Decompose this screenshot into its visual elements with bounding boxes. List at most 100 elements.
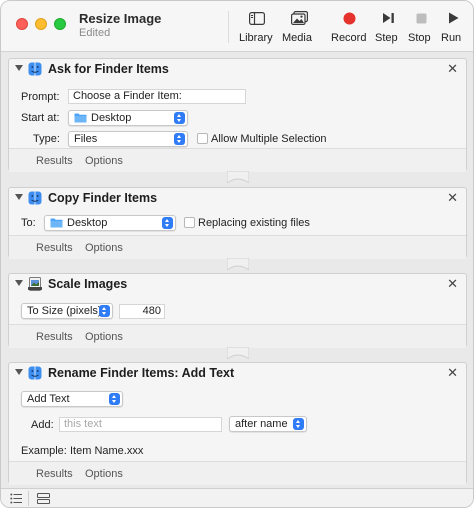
action-header: Ask for Finder Items ✕ bbox=[9, 59, 466, 79]
list-view-icon[interactable] bbox=[10, 493, 22, 504]
text-position-value: after name bbox=[235, 418, 288, 430]
pixel-size-field[interactable]: 480 bbox=[119, 304, 165, 319]
type-popup[interactable]: Files bbox=[68, 131, 188, 147]
finder-icon bbox=[28, 191, 42, 205]
add-label: Add: bbox=[31, 419, 54, 431]
disclosure-triangle-icon[interactable] bbox=[15, 65, 23, 71]
close-window-button[interactable] bbox=[16, 18, 28, 30]
play-icon bbox=[441, 7, 465, 29]
close-action-icon[interactable]: ✕ bbox=[447, 61, 458, 77]
run-button[interactable]: Run bbox=[441, 7, 465, 49]
popup-chevron-icon bbox=[109, 393, 120, 405]
record-label: Record bbox=[331, 32, 367, 44]
action-header: Copy Finder Items ✕ bbox=[9, 188, 466, 208]
allow-multiple-checkbox[interactable] bbox=[197, 133, 208, 144]
replacing-checkbox[interactable] bbox=[184, 217, 195, 228]
scale-mode-value: To Size (pixels) bbox=[27, 305, 102, 317]
zoom-window-button[interactable] bbox=[54, 18, 66, 30]
disclosure-triangle-icon[interactable] bbox=[15, 280, 23, 286]
record-button[interactable]: Record bbox=[331, 7, 367, 49]
results-tab[interactable]: Results bbox=[36, 155, 73, 167]
action-title: Copy Finder Items bbox=[48, 191, 158, 205]
options-tab[interactable]: Options bbox=[85, 242, 123, 254]
record-icon bbox=[331, 7, 367, 29]
media-icon bbox=[282, 7, 316, 29]
action-connector bbox=[227, 258, 249, 270]
close-action-icon[interactable]: ✕ bbox=[447, 276, 458, 292]
bottom-bar bbox=[1, 488, 473, 507]
example-value: Item Name.xxx bbox=[70, 445, 144, 457]
library-label: Library bbox=[239, 32, 273, 44]
options-tab[interactable]: Options bbox=[85, 331, 123, 343]
folder-icon bbox=[74, 113, 87, 123]
media-label: Media bbox=[282, 32, 312, 44]
action-header: Scale Images ✕ bbox=[9, 274, 466, 294]
action-title: Rename Finder Items: Add Text bbox=[48, 366, 235, 380]
to-label: To: bbox=[21, 217, 36, 229]
library-icon bbox=[239, 7, 275, 29]
prompt-field[interactable]: Choose a Finder Item: bbox=[68, 89, 246, 104]
finder-icon bbox=[28, 62, 42, 76]
results-tab[interactable]: Results bbox=[36, 468, 73, 480]
prompt-label: Prompt: bbox=[21, 91, 60, 103]
allow-multiple-label: Allow Multiple Selection bbox=[211, 133, 327, 145]
disclosure-triangle-icon[interactable] bbox=[15, 369, 23, 375]
media-button[interactable]: Media bbox=[282, 7, 316, 49]
popup-chevron-icon bbox=[99, 305, 110, 317]
popup-chevron-icon bbox=[174, 112, 185, 124]
step-button[interactable]: Step bbox=[375, 7, 401, 49]
results-tab[interactable]: Results bbox=[36, 331, 73, 343]
stop-icon bbox=[408, 7, 434, 29]
action-connector bbox=[227, 347, 249, 359]
step-icon bbox=[375, 7, 401, 29]
action-footer: Results Options bbox=[9, 461, 466, 485]
disclosure-triangle-icon[interactable] bbox=[15, 194, 23, 200]
bottom-bar-divider bbox=[28, 491, 29, 506]
minimize-window-button[interactable] bbox=[35, 18, 47, 30]
log-view-icon[interactable] bbox=[37, 493, 50, 504]
action-header: Rename Finder Items: Add Text ✕ bbox=[9, 363, 466, 383]
scale-mode-popup[interactable]: To Size (pixels) bbox=[21, 303, 113, 319]
preview-app-icon bbox=[28, 277, 42, 291]
action-copy-finder-items[interactable]: Copy Finder Items ✕ To: Desktop Replacin… bbox=[8, 187, 467, 259]
options-tab[interactable]: Options bbox=[85, 468, 123, 480]
results-tab[interactable]: Results bbox=[36, 242, 73, 254]
toolbar-separator bbox=[228, 11, 229, 43]
action-footer: Results Options bbox=[9, 148, 466, 172]
stop-label: Stop bbox=[408, 32, 431, 44]
action-title: Ask for Finder Items bbox=[48, 62, 169, 76]
finder-icon bbox=[28, 366, 42, 380]
options-tab[interactable]: Options bbox=[85, 155, 123, 167]
type-label: Type: bbox=[33, 133, 60, 145]
popup-chevron-icon bbox=[174, 133, 185, 145]
close-action-icon[interactable]: ✕ bbox=[447, 190, 458, 206]
rename-mode-value: Add Text bbox=[27, 393, 70, 405]
action-title: Scale Images bbox=[48, 277, 128, 291]
action-ask-for-finder-items[interactable]: Ask for Finder Items ✕ Prompt: Choose a … bbox=[8, 58, 467, 172]
action-scale-images[interactable]: Scale Images ✕ To Size (pixels) 480 Resu… bbox=[8, 273, 467, 348]
replacing-label: Replacing existing files bbox=[198, 217, 310, 229]
stop-button[interactable]: Stop bbox=[408, 7, 434, 49]
automator-window: Resize Image Edited Library Media Record bbox=[0, 0, 474, 508]
example-label: Example: bbox=[21, 445, 67, 457]
start-at-value: Desktop bbox=[91, 112, 132, 124]
action-rename-finder-items[interactable]: Rename Finder Items: Add Text ✕ Add Text… bbox=[8, 362, 467, 485]
popup-chevron-icon bbox=[162, 217, 173, 229]
window-subtitle: Edited bbox=[79, 27, 111, 39]
folder-icon bbox=[50, 218, 63, 228]
action-footer: Results Options bbox=[9, 235, 466, 259]
to-value: Desktop bbox=[67, 217, 108, 229]
rename-mode-popup[interactable]: Add Text bbox=[21, 391, 123, 407]
library-button[interactable]: Library bbox=[239, 7, 275, 49]
step-label: Step bbox=[375, 32, 398, 44]
run-label: Run bbox=[441, 32, 462, 44]
add-text-field[interactable]: this text bbox=[59, 417, 222, 432]
close-action-icon[interactable]: ✕ bbox=[447, 365, 458, 381]
start-at-label: Start at: bbox=[21, 112, 60, 124]
to-popup[interactable]: Desktop bbox=[44, 215, 176, 231]
text-position-popup[interactable]: after name bbox=[229, 416, 307, 432]
window-title: Resize Image bbox=[79, 11, 162, 26]
start-at-popup[interactable]: Desktop bbox=[68, 110, 188, 126]
toolbar: Resize Image Edited Library Media Record bbox=[1, 1, 473, 52]
type-value: Files bbox=[74, 133, 98, 145]
